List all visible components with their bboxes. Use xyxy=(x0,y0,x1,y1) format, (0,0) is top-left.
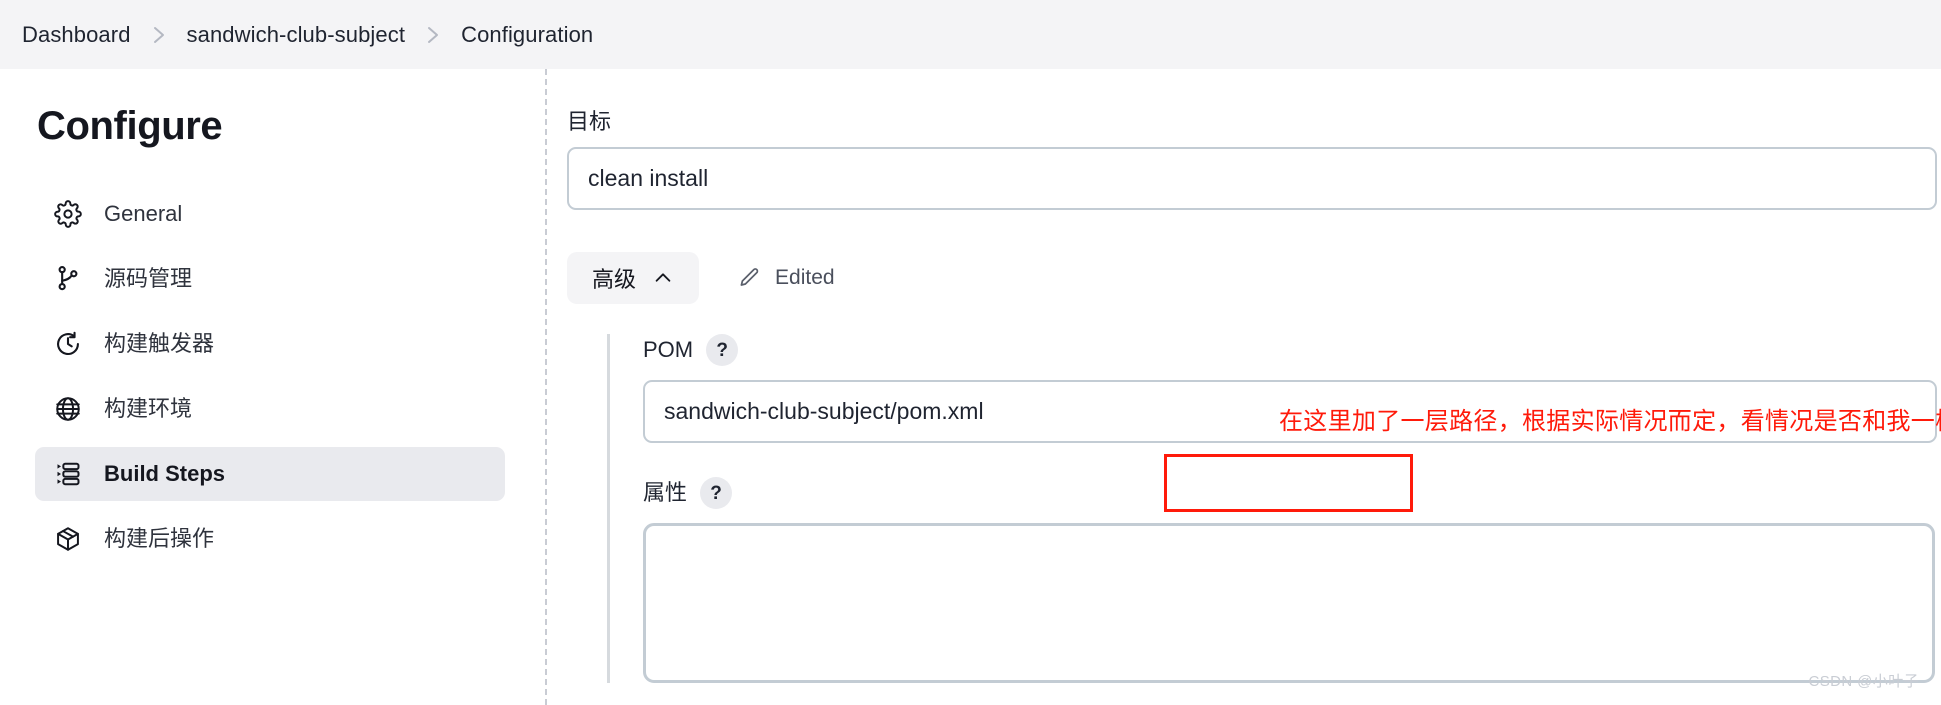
watermark: CSDN @小叶子 xyxy=(1808,673,1919,690)
goals-field: 目标 clean install xyxy=(567,111,1941,210)
pom-input-value: sandwich-club-subject/pom.xml xyxy=(664,398,984,424)
sidebar-item-post-build-actions[interactable]: 构建后操作 xyxy=(35,512,505,566)
advanced-toggle-row: 高级 Edited xyxy=(567,252,1941,304)
build-steps-icon xyxy=(53,459,83,489)
goals-input[interactable]: clean install xyxy=(567,147,1937,210)
properties-label-text: 属性 xyxy=(643,480,688,505)
sidebar-item-label: Build Steps xyxy=(104,461,226,486)
goals-input-value: clean install xyxy=(588,165,709,191)
breadcrumb-item-dashboard[interactable]: Dashboard xyxy=(22,22,131,48)
page-title: Configure xyxy=(37,104,223,148)
gear-icon xyxy=(53,199,83,229)
advanced-toggle-button[interactable]: 高级 xyxy=(567,252,700,304)
sidebar-item-label: 构建后操作 xyxy=(104,526,215,551)
sidebar-item-build-triggers[interactable]: 构建触发器 xyxy=(35,317,505,371)
globe-icon xyxy=(53,394,83,424)
sidebar-item-source-code-management[interactable]: 源码管理 xyxy=(35,252,505,306)
clock-icon xyxy=(53,329,83,359)
pom-label: POM ? xyxy=(643,334,1941,366)
edited-indicator[interactable]: Edited xyxy=(737,266,835,290)
sidebar-item-label: 构建环境 xyxy=(104,396,193,421)
breadcrumb-item-configuration[interactable]: Configuration xyxy=(461,22,593,48)
git-branch-icon xyxy=(53,264,83,294)
sidebar: Configure General 源码管理 构建触发器 构建环境 Build … xyxy=(0,69,545,705)
sidebar-item-label: 源码管理 xyxy=(104,266,193,291)
goals-label: 目标 xyxy=(567,109,612,134)
breadcrumb-item-project[interactable]: sandwich-club-subject xyxy=(187,22,406,48)
red-annotation-note: 在这里加了一层路径，根据实际情况而定，看情况是否和我一样，正常情况不需要修改这里 xyxy=(1279,407,1941,435)
main-content: 目标 clean install 高级 Edited POM ? sandwic… xyxy=(545,69,1941,705)
page-body: Configure General 源码管理 构建触发器 构建环境 Build … xyxy=(0,69,1941,705)
sidebar-item-build-steps[interactable]: Build Steps xyxy=(35,447,505,501)
pencil-icon xyxy=(737,266,761,290)
help-icon[interactable]: ? xyxy=(700,477,733,509)
properties-label: 属性 ? xyxy=(643,477,1941,509)
properties-field: 属性 ? xyxy=(643,477,1941,683)
advanced-panel: POM ? sandwich-club-subject/pom.xml 属性 ? xyxy=(607,334,1941,683)
chevron-up-icon xyxy=(652,267,674,289)
chevron-right-icon xyxy=(405,23,461,47)
package-icon xyxy=(53,524,83,554)
sidebar-item-label: 构建触发器 xyxy=(104,331,215,356)
sidebar-item-general[interactable]: General xyxy=(35,187,505,241)
properties-textarea[interactable] xyxy=(643,523,1935,683)
help-icon[interactable]: ? xyxy=(706,334,739,366)
edited-label: Edited xyxy=(775,266,835,289)
breadcrumb: Dashboard sandwich-club-subject Configur… xyxy=(0,0,1941,69)
advanced-button-label: 高级 xyxy=(592,267,637,292)
chevron-right-icon xyxy=(131,23,187,47)
pom-label-text: POM xyxy=(643,337,694,362)
sidebar-item-build-environment[interactable]: 构建环境 xyxy=(35,382,505,436)
sidebar-item-label: General xyxy=(104,201,183,226)
